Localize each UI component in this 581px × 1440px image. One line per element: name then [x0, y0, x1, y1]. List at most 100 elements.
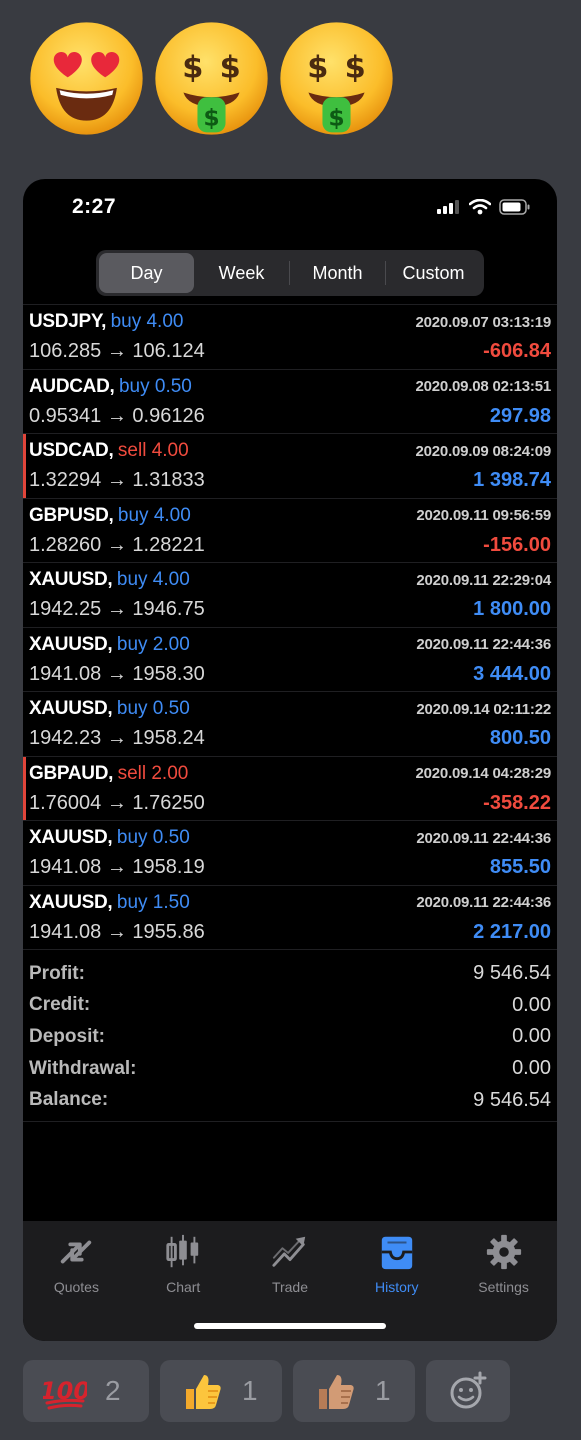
trade-prices: 1.28260 → 1.28221 — [29, 533, 205, 556]
trade-row[interactable]: XAUUSD, buy 4.00 2020.09.11 22:29:04 194… — [23, 563, 557, 628]
summary-value: 0.00 — [512, 1025, 551, 1048]
summary-value: 0.00 — [512, 1057, 551, 1080]
trade-side: buy 2.00 — [116, 633, 190, 655]
trade-side: buy 0.50 — [118, 375, 192, 397]
summary-label: Deposit: — [29, 1025, 105, 1047]
summary-label: Credit: — [29, 994, 91, 1016]
trade-side: buy 4.00 — [116, 569, 190, 590]
trade-symbol: USDJPY, — [29, 311, 107, 332]
trade-title: XAUUSD, buy 0.50 — [29, 827, 190, 849]
trade-title: AUDCAD, buy 0.50 — [29, 376, 192, 398]
reaction-count: 1 — [375, 1375, 391, 1406]
summary-row: Balance: 9 546.54 — [29, 1084, 551, 1116]
trade-profit: 3 444.00 — [473, 662, 551, 685]
trade-profit: 297.98 — [489, 404, 551, 427]
trade-profit: 2 217.00 — [473, 920, 551, 943]
home-indicator — [194, 1323, 386, 1329]
phone-screenshot: 2:27 Day Week Month Custom USDJPY, buy 4… — [23, 179, 557, 1341]
trade-symbol: XAUUSD, — [29, 569, 113, 590]
trade-row[interactable]: GBPUSD, buy 4.00 2020.09.11 09:56:59 1.2… — [23, 499, 557, 563]
trade-date: 2020.09.14 04:28:29 — [415, 765, 552, 782]
trade-date: 2020.09.14 02:11:22 — [416, 700, 551, 718]
reaction-thumbs-up-button[interactable]: 1 — [160, 1360, 282, 1422]
trade-profit: -606.84 — [483, 340, 551, 362]
trade-row[interactable]: XAUUSD, buy 1.50 2020.09.11 22:44:36 194… — [23, 886, 557, 950]
tab-month[interactable]: Month — [290, 253, 385, 293]
period-segmented-control: Day Week Month Custom — [96, 250, 484, 296]
status-icons — [437, 199, 531, 215]
trade-row[interactable]: XAUUSD, buy 0.50 2020.09.14 02:11:22 194… — [23, 692, 557, 757]
svg-text:$: $ — [220, 50, 241, 85]
tab-day[interactable]: Day — [99, 253, 194, 293]
reaction-thumbs-up-skin-button[interactable]: 1 — [293, 1360, 415, 1422]
trade-prices: 1.32294 → 1.31833 — [29, 469, 205, 491]
trade-row[interactable]: XAUUSD, buy 0.50 2020.09.11 22:44:36 194… — [23, 821, 557, 886]
trade-symbol: GBPAUD, — [29, 762, 114, 784]
svg-text:$: $ — [182, 50, 203, 85]
svg-text:$: $ — [345, 50, 366, 85]
trade-prices: 1941.08 → 1958.19 — [29, 856, 205, 878]
trade-prices: 1941.08 → 1958.30 — [29, 662, 205, 685]
trade-date: 2020.09.08 02:13:51 — [415, 378, 552, 395]
reaction-count: 2 — [105, 1375, 121, 1406]
trade-row[interactable]: USDCAD, sell 4.00 2020.09.09 08:24:09 1.… — [23, 434, 557, 499]
trade-side: buy 1.50 — [116, 891, 190, 913]
trade-title: XAUUSD, buy 0.50 — [29, 698, 190, 720]
summary-row: Profit: 9 546.54 — [29, 958, 551, 990]
thumbs-up-medium-skin-emoji-icon — [319, 1375, 354, 1409]
trade-prices: 1.76004 → 1.76250 — [29, 791, 205, 814]
status-time: 2:27 — [72, 195, 117, 218]
summary-label: Withdrawal: — [29, 1057, 137, 1079]
trade-date: 2020.09.11 09:56:59 — [416, 507, 551, 524]
tab-custom[interactable]: Custom — [386, 253, 481, 293]
tab-quotes-label: Quotes — [53, 1279, 99, 1295]
reaction-hundred-button[interactable]: 100 2 — [23, 1360, 149, 1422]
history-tray-icon — [381, 1236, 412, 1270]
heart-eyes-emoji-icon — [30, 22, 143, 135]
trade-profit: 800.50 — [489, 727, 551, 749]
trade-title: USDJPY, buy 4.00 — [29, 311, 183, 333]
trade-side: buy 4.00 — [117, 504, 191, 526]
trade-date: 2020.09.11 22:44:36 — [416, 894, 551, 911]
trade-side: sell 4.00 — [117, 440, 189, 461]
quotes-icon — [61, 1240, 92, 1264]
trade-symbol: USDCAD, — [29, 440, 114, 461]
battery-icon — [499, 199, 530, 215]
trade-side: sell 2.00 — [117, 762, 189, 784]
tab-trade-label: Trade — [271, 1279, 309, 1295]
trade-title: XAUUSD, buy 1.50 — [29, 892, 190, 914]
summary-row: Withdrawal: 0.00 — [29, 1053, 551, 1085]
summary-label: Profit: — [29, 962, 85, 984]
trade-history-list: USDJPY, buy 4.00 2020.09.07 03:13:19 106… — [23, 304, 557, 950]
trade-row[interactable]: GBPAUD, sell 2.00 2020.09.14 04:28:29 1.… — [23, 756, 557, 821]
thumbs-up-emoji-icon — [186, 1375, 221, 1409]
trade-prices: 1942.25 → 1946.75 — [29, 598, 205, 620]
trade-profit: 1 398.74 — [473, 469, 551, 491]
tab-settings[interactable]: Settings — [450, 1221, 557, 1341]
trade-row[interactable]: AUDCAD, buy 0.50 2020.09.08 02:13:51 0.9… — [23, 370, 557, 434]
tab-settings-label: Settings — [478, 1279, 529, 1295]
tab-week[interactable]: Week — [194, 253, 289, 293]
svg-text:$: $ — [203, 103, 219, 131]
trade-prices: 1942.23 → 1958.24 — [29, 727, 205, 749]
trade-date: 2020.09.07 03:13:19 — [415, 313, 552, 331]
trade-date: 2020.09.09 08:24:09 — [415, 442, 552, 460]
trade-symbol: AUDCAD, — [29, 375, 115, 397]
trade-title: GBPUSD, buy 4.00 — [29, 505, 191, 527]
trade-row[interactable]: USDJPY, buy 4.00 2020.09.07 03:13:19 106… — [23, 305, 557, 370]
money-mouth-emoji-icon: $ $ $ — [155, 22, 268, 135]
trade-row[interactable]: XAUUSD, buy 2.00 2020.09.11 22:44:36 194… — [23, 628, 557, 692]
signal-icon — [437, 200, 459, 214]
trade-side: buy 4.00 — [110, 311, 184, 332]
tab-quotes[interactable]: Quotes — [23, 1221, 130, 1341]
trade-prices: 0.95341 → 0.96126 — [29, 404, 205, 427]
trade-symbol: GBPUSD, — [29, 504, 114, 526]
svg-text:$: $ — [307, 50, 328, 85]
trade-side: buy 0.50 — [116, 827, 190, 848]
candlestick-chart-icon — [166, 1234, 199, 1268]
trade-date: 2020.09.11 22:44:36 — [416, 636, 551, 653]
add-reaction-button[interactable] — [426, 1360, 510, 1422]
summary-value: 9 546.54 — [473, 1088, 551, 1111]
summary-label: Balance: — [29, 1089, 109, 1111]
header-emoji-row: $ $ $ $ $ $ — [28, 20, 395, 137]
